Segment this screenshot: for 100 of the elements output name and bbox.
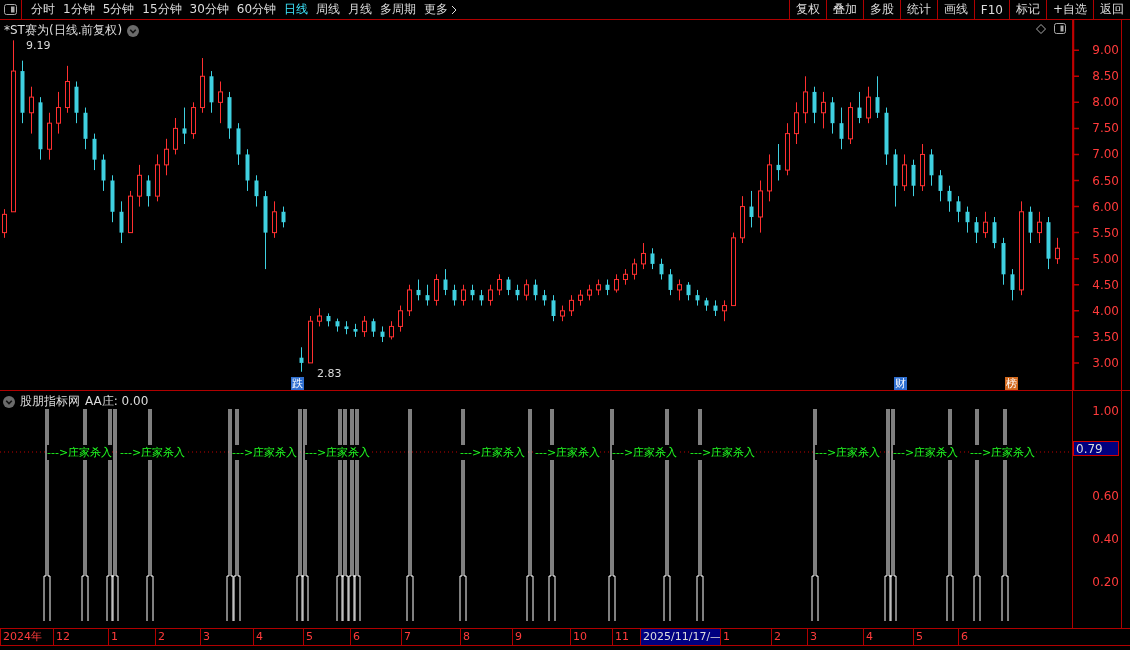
toolbar-button[interactable]: 复权	[788, 0, 826, 19]
candlestick	[974, 216, 979, 244]
candlestick	[740, 195, 745, 244]
toolbar-button[interactable]: 返回	[1093, 0, 1130, 19]
date-axis-label: 8	[460, 629, 512, 645]
date-axis-label: 5	[303, 629, 350, 645]
toolbar-button[interactable]: 统计	[899, 0, 937, 19]
panel-toggle-icon[interactable]	[1054, 23, 1066, 34]
candlestick	[767, 153, 772, 202]
candlestick	[938, 169, 943, 202]
candlestick	[191, 101, 196, 140]
candlestick	[1001, 237, 1006, 286]
period-tab[interactable]: 1分钟	[59, 1, 99, 18]
date-axis-label: 2	[155, 629, 200, 645]
candlestick	[614, 273, 619, 294]
candlestick	[956, 195, 961, 223]
period-tab[interactable]: 日线	[280, 1, 313, 18]
event-marker[interactable]: 跌	[291, 377, 304, 390]
toolbar-button[interactable]: 标记	[1008, 0, 1046, 19]
diamond-icon[interactable]	[1036, 23, 1046, 34]
candlestick	[533, 279, 538, 301]
signal-label: --->庄家杀入	[612, 445, 678, 460]
stock-title: *ST赛为(日线.前复权)	[4, 22, 123, 39]
toolbar-button[interactable]: F10	[973, 0, 1009, 19]
candlestick	[866, 86, 871, 124]
candlestick	[749, 190, 754, 228]
candlestick	[1055, 237, 1060, 265]
candlestick	[857, 91, 862, 124]
more-button[interactable]: 更多	[420, 1, 462, 18]
candlestick	[236, 122, 241, 166]
collapse-icon[interactable]	[127, 24, 140, 37]
candlestick	[353, 323, 358, 338]
indicator-axis-label: 0.60	[1092, 489, 1119, 503]
high-price-label: 9.19	[26, 39, 51, 52]
candlestick	[137, 164, 142, 208]
indicator-axis-label: 0.40	[1092, 532, 1119, 546]
candlestick	[461, 284, 466, 307]
period-tab[interactable]: 分时	[27, 1, 59, 18]
price-axis-label: 4.50	[1092, 277, 1119, 292]
candlestick	[722, 299, 727, 322]
signal-label: --->庄家杀入	[120, 445, 186, 460]
period-tab[interactable]: 周线	[312, 1, 345, 18]
period-tab[interactable]: 15分钟	[138, 1, 186, 18]
candlestick	[560, 305, 565, 322]
date-axis-label: 6	[958, 629, 1000, 645]
candlestick	[848, 101, 853, 145]
candlestick	[569, 294, 574, 317]
date-axis-label: 2	[771, 629, 807, 645]
toolbar-button[interactable]: 画线	[936, 0, 974, 19]
candlestick	[992, 216, 997, 249]
candlestick	[677, 279, 682, 301]
candlestick	[92, 133, 97, 171]
date-axis-label: 3	[200, 629, 253, 645]
candlestick	[758, 180, 763, 234]
candlestick	[2, 208, 7, 239]
candlestick	[578, 289, 583, 307]
period-tab[interactable]: 多周期	[376, 1, 421, 18]
indicator-axis-label: 0.20	[1092, 575, 1119, 589]
candlestick	[110, 174, 115, 223]
candlestick	[902, 153, 907, 192]
candlestick	[695, 289, 700, 307]
period-tab[interactable]: 月线	[344, 1, 377, 18]
event-marker[interactable]: 榜	[1005, 377, 1018, 390]
price-axis-label: 6.50	[1092, 173, 1119, 188]
candlestick	[965, 206, 970, 234]
event-marker[interactable]: 财	[894, 377, 907, 390]
candlestick	[155, 153, 160, 202]
candlestick	[29, 86, 34, 135]
candlestick	[272, 200, 277, 239]
candlestick	[182, 107, 187, 145]
period-tab[interactable]: 60分钟	[232, 1, 281, 18]
price-axis-label: 4.00	[1092, 303, 1119, 318]
toolbar-button[interactable]: +自选	[1045, 0, 1093, 19]
candlestick	[488, 284, 493, 307]
candlestick	[443, 268, 448, 296]
period-tab[interactable]: 30分钟	[185, 1, 233, 18]
candlestick	[947, 185, 952, 213]
price-axis-label: 7.50	[1092, 121, 1119, 136]
candlestick	[416, 279, 421, 301]
candlestick	[596, 279, 601, 296]
collapse-icon[interactable]	[3, 395, 15, 408]
signal-label: --->庄家杀入	[690, 445, 756, 460]
candlestick	[506, 276, 511, 296]
candlestick	[587, 284, 592, 301]
candlestick	[713, 299, 718, 317]
signal-label: --->庄家杀入	[970, 445, 1036, 460]
date-axis-label: 5	[913, 629, 958, 645]
date-axis-label: 7	[401, 629, 460, 645]
candlestick	[200, 57, 205, 114]
toolbar-button[interactable]: 叠加	[825, 0, 863, 19]
toolbar-button[interactable]: 多股	[862, 0, 900, 19]
panel-toggle-icon[interactable]	[4, 4, 17, 15]
date-axis-label: 6	[350, 629, 401, 645]
candlestick	[803, 75, 808, 124]
candlestick	[65, 65, 70, 114]
candlestick	[254, 174, 259, 208]
candlestick	[497, 273, 502, 296]
candlestick	[542, 289, 547, 307]
candlestick	[389, 320, 394, 340]
period-tab[interactable]: 5分钟	[98, 1, 139, 18]
